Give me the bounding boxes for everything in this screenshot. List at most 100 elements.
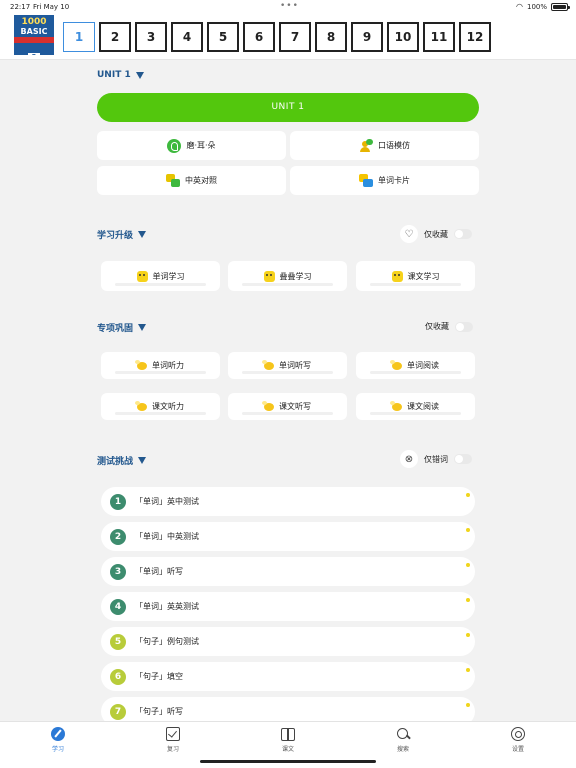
- card-text-learning[interactable]: 课文学习: [356, 261, 475, 291]
- card-listening[interactable]: 磨·耳·朵: [97, 131, 286, 160]
- upgrade-section-title: 学习升级: [97, 231, 134, 241]
- test-item[interactable]: 4 「单词」英英测试: [101, 592, 475, 621]
- tab-label: 搜索: [396, 746, 409, 753]
- card-word-dictation[interactable]: 单词听写: [228, 352, 347, 379]
- unit-tab-10[interactable]: 10: [387, 22, 419, 52]
- upgrade-favorites-filter: ♡ 仅收藏: [400, 225, 472, 243]
- battery-icon: [551, 2, 570, 11]
- card-text-listening[interactable]: 课文听力: [101, 393, 220, 420]
- favorites-toggle[interactable]: [454, 229, 472, 239]
- test-number-badge: 7: [110, 703, 126, 720]
- test-label: 「单词」英英测试: [135, 602, 199, 611]
- unit-tab-1[interactable]: 1: [63, 22, 95, 52]
- multitask-dots-icon[interactable]: •••: [280, 1, 299, 11]
- pencil-icon: [51, 727, 65, 741]
- flashcards-icon: [359, 174, 373, 187]
- card-label: 课文学习: [407, 271, 440, 281]
- status-dot: [466, 703, 470, 707]
- bee-icon: [135, 359, 147, 370]
- test-wrong-filter: ⊗ 仅错词: [400, 450, 472, 468]
- test-number-badge: 5: [110, 633, 126, 650]
- mascot-icon: [136, 270, 148, 282]
- tab-learn[interactable]: 学习: [38, 727, 78, 753]
- unit-tab-2[interactable]: 2: [99, 22, 131, 52]
- book-cover-logo: 1000 BASIC 2: [14, 15, 54, 55]
- card-word-reading[interactable]: 单词阅读: [356, 352, 475, 379]
- mascot-icon: [391, 270, 403, 282]
- book-icon: [281, 727, 295, 741]
- card-label: 课文阅读: [407, 402, 439, 411]
- progress-bar: [242, 371, 333, 374]
- unit-tab-11[interactable]: 11: [423, 22, 455, 52]
- caret-down-icon: [138, 457, 147, 464]
- unit-tab-6[interactable]: 6: [243, 22, 275, 52]
- search-icon: [396, 727, 410, 741]
- test-item[interactable]: 3 「单词」听写: [101, 557, 475, 586]
- progress-bar: [115, 371, 206, 374]
- book-cover-line1: 1000: [21, 17, 47, 27]
- card-label: 单词学习: [152, 271, 185, 281]
- upgrade-section-header[interactable]: 学习升级: [97, 228, 147, 241]
- close-circle-icon[interactable]: ⊗: [400, 450, 418, 468]
- favorites-toggle[interactable]: [455, 321, 473, 332]
- checkbox-icon: [166, 727, 180, 741]
- book-cover-volume: 2: [28, 53, 40, 55]
- caret-down-icon: [138, 231, 147, 238]
- card-label: 单词阅读: [407, 361, 439, 370]
- card-stack-learning[interactable]: 叠叠学习: [228, 261, 347, 291]
- book-cover-stripe: [14, 37, 54, 43]
- test-item[interactable]: 5 「句子」例句测试: [101, 627, 475, 656]
- status-bar: 22:17 Fri May 10 ••• ◠ 100%: [0, 0, 576, 14]
- special-section-header[interactable]: 专项巩固: [97, 321, 147, 334]
- unit-main-button[interactable]: UNIT 1: [97, 93, 479, 122]
- unit-tab-12[interactable]: 12: [459, 22, 491, 52]
- tab-search[interactable]: 搜索: [383, 727, 423, 753]
- tab-text[interactable]: 课文: [268, 727, 308, 753]
- home-indicator: [200, 760, 376, 763]
- progress-bar: [115, 412, 206, 415]
- status-time: 22:17: [10, 3, 31, 11]
- status-dot: [466, 633, 470, 637]
- tab-label: 学习: [51, 746, 64, 753]
- unit-tab-9[interactable]: 9: [351, 22, 383, 52]
- unit-tab-5[interactable]: 5: [207, 22, 239, 52]
- book-cover-line2: BASIC: [20, 27, 48, 36]
- unit-tab-4[interactable]: 4: [171, 22, 203, 52]
- card-speaking[interactable]: 口语模仿: [290, 131, 479, 160]
- mascot-icon: [263, 270, 275, 282]
- unit-tab-7[interactable]: 7: [279, 22, 311, 52]
- card-word-listening[interactable]: 单词听力: [101, 352, 220, 379]
- card-label: 单词听写: [279, 361, 311, 370]
- unit-section-header[interactable]: UNIT 1: [97, 70, 144, 80]
- card-flashcards[interactable]: 单词卡片: [290, 166, 479, 195]
- test-item[interactable]: 1 「单词」英中测试: [101, 487, 475, 516]
- tab-review[interactable]: 复习: [153, 727, 193, 753]
- tab-settings[interactable]: 设置: [498, 727, 538, 753]
- card-text-reading[interactable]: 课文阅读: [356, 393, 475, 420]
- progress-bar: [242, 412, 333, 415]
- card-label: 课文听写: [279, 402, 311, 411]
- test-section-header[interactable]: 测试挑战: [97, 454, 147, 467]
- bilingual-icon: [166, 174, 180, 187]
- test-label: 「单词」英中测试: [135, 497, 199, 506]
- status-dot: [466, 563, 470, 567]
- card-bilingual[interactable]: 中英对照: [97, 166, 286, 195]
- filter-label: 仅错词: [424, 454, 448, 464]
- card-label: 中英对照: [185, 176, 217, 185]
- wifi-icon: ◠: [516, 2, 523, 11]
- battery-percent: 100%: [526, 2, 547, 11]
- wrong-only-toggle[interactable]: [454, 454, 472, 464]
- card-label: 口语模仿: [378, 141, 410, 150]
- unit-tab-3[interactable]: 3: [135, 22, 167, 52]
- unit-tab-8[interactable]: 8: [315, 22, 347, 52]
- card-label: 叠叠学习: [279, 271, 312, 281]
- test-label: 「句子」填空: [135, 672, 183, 681]
- card-text-dictation[interactable]: 课文听写: [228, 393, 347, 420]
- progress-bar: [370, 371, 461, 374]
- heart-icon[interactable]: ♡: [400, 225, 418, 243]
- card-label: 课文听力: [152, 402, 184, 411]
- test-item[interactable]: 7 「句子」听写: [101, 697, 475, 721]
- card-word-learning[interactable]: 单词学习: [101, 261, 220, 291]
- test-item[interactable]: 2 「单词」中英测试: [101, 522, 475, 551]
- test-item[interactable]: 6 「句子」填空: [101, 662, 475, 691]
